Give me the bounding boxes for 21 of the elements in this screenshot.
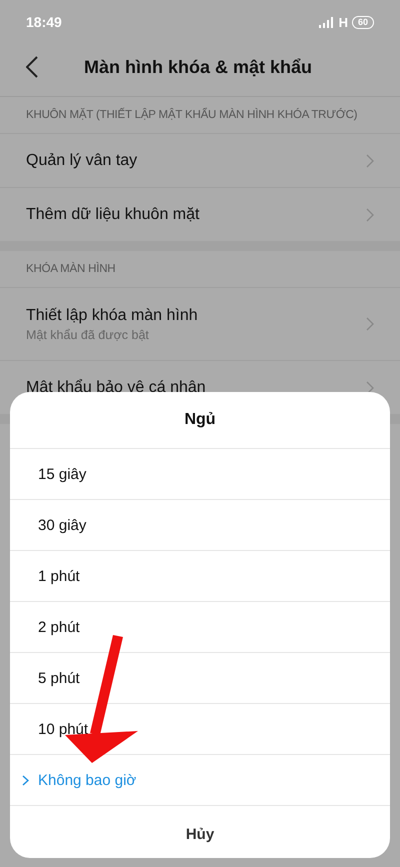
option-item[interactable]: 1 phút [10, 551, 390, 602]
chevron-icon [366, 154, 374, 168]
settings-item[interactable]: Thêm dữ liệu khuôn mặt [0, 187, 400, 241]
cancel-button[interactable]: Hủy [10, 806, 390, 862]
signal-icon [318, 16, 335, 28]
chevron-icon [22, 774, 29, 786]
page-title: Màn hình khóa & mật khẩu [84, 56, 312, 78]
dialog-title: Ngủ [10, 392, 390, 449]
battery-level: 60 [352, 16, 374, 28]
back-icon[interactable] [26, 56, 38, 78]
settings-item[interactable]: Quản lý vân tay [0, 133, 400, 187]
option-item[interactable]: 30 giây [10, 500, 390, 551]
settings-item[interactable]: Thiết lập khóa màn hình Mật khẩu đã được bật [0, 287, 400, 360]
section-header: KHÓA MÀN HÌNH [25, 261, 116, 277]
chevron-icon [366, 380, 374, 394]
status-time: 18:49 [26, 14, 62, 30]
section-header: KHUÔN MẶT (THIẾT LẬP MẬT KHẨU MÀN HÌNH KHÓA TRƯỚC) [25, 106, 358, 123]
chevron-icon [366, 317, 374, 331]
option-item[interactable]: 15 giây [10, 449, 390, 500]
chevron-icon [366, 208, 374, 222]
network-type: H [338, 14, 348, 30]
